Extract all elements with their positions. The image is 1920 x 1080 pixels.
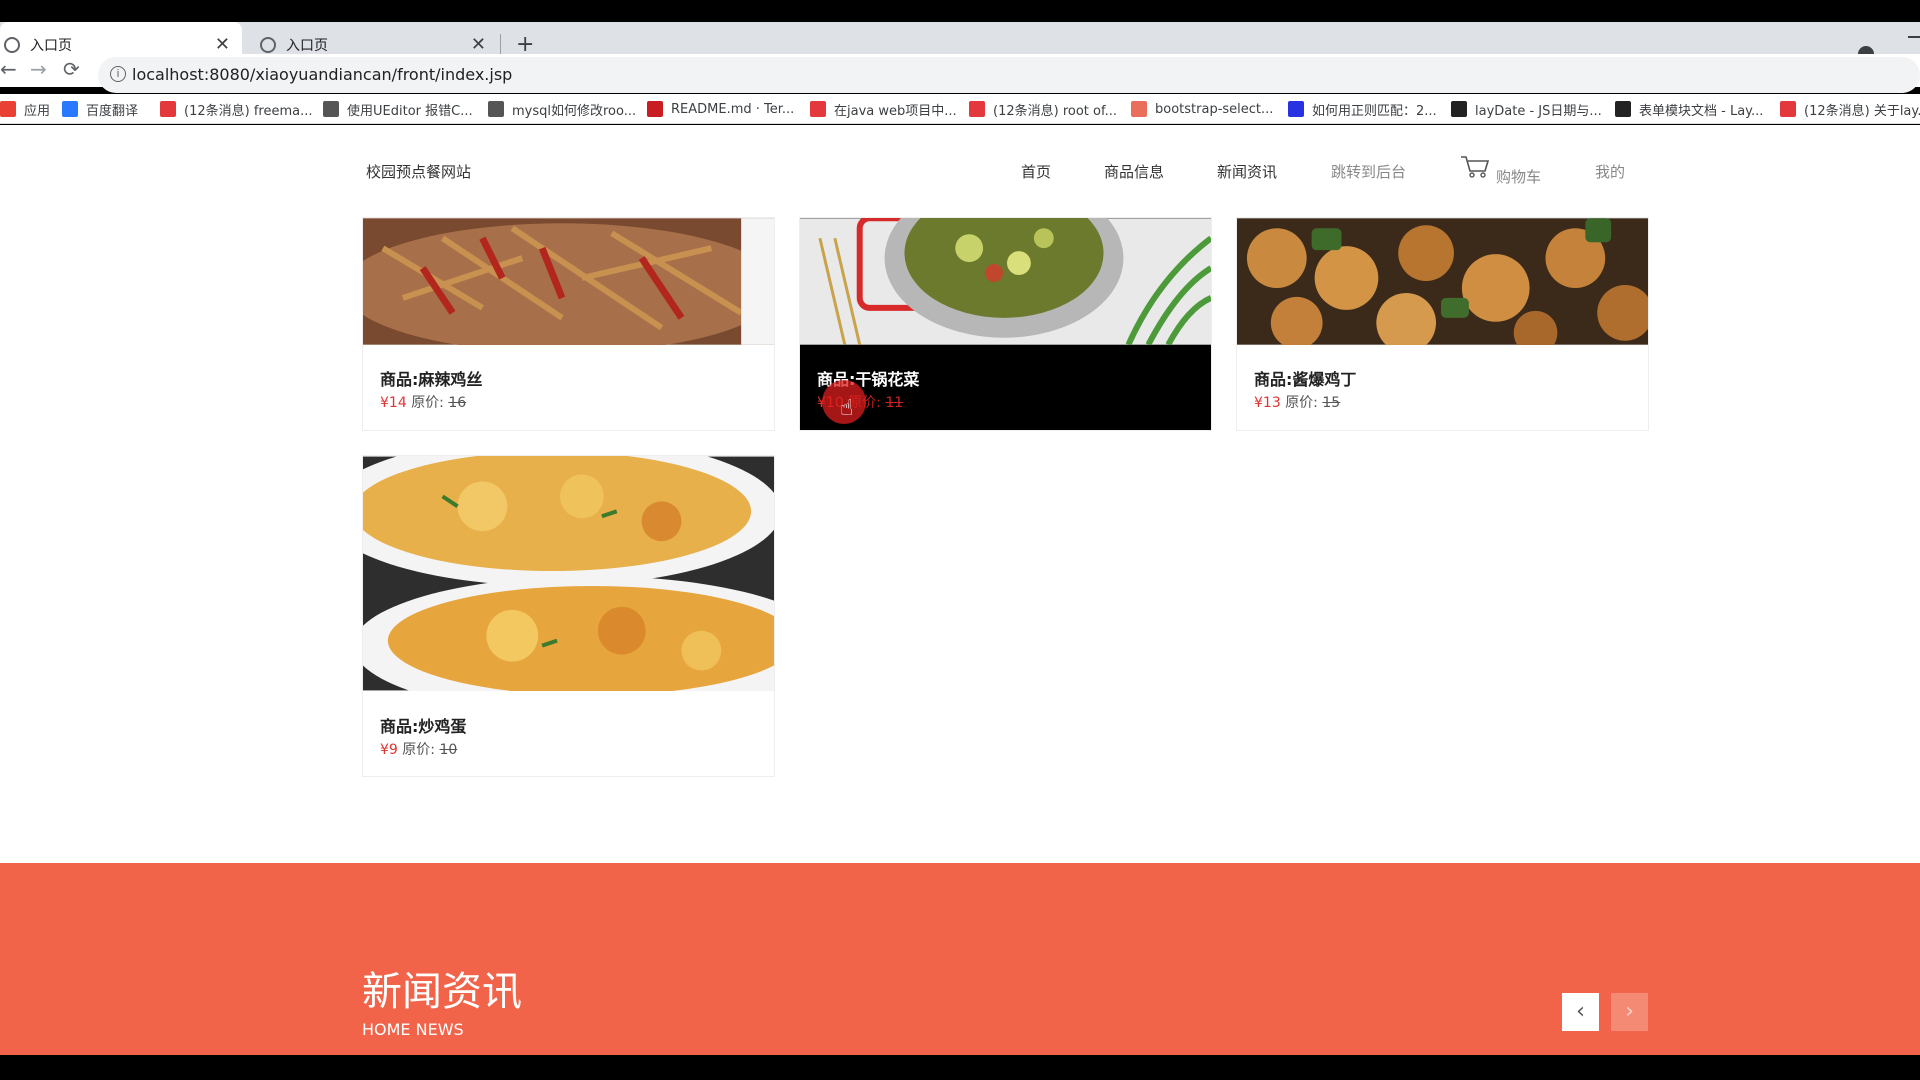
csdn-icon: [160, 101, 176, 117]
baidu-icon: [1288, 101, 1304, 117]
baidu-translate-icon: [62, 101, 78, 117]
globe-icon: [260, 36, 276, 53]
cart-icon[interactable]: [1460, 155, 1490, 179]
tab-title: 入口页: [286, 37, 328, 54]
gitee-icon: [647, 101, 663, 117]
prev-arrow-button[interactable]: ‹: [1562, 993, 1599, 1031]
bookmark-label: (12条消息) root of...: [993, 103, 1117, 119]
jianshu-icon: [1131, 101, 1147, 117]
bookmark-item[interactable]: (12条消息) 关于lay...: [1780, 98, 1920, 120]
bookmark-label: 百度翻译: [86, 103, 139, 119]
url-text[interactable]: localhost:8080/xiaoyuandiancan/front/ind…: [132, 65, 512, 84]
bookmark-label: 如何用正则匹配：2...: [1312, 103, 1437, 119]
product-name[interactable]: 商品:麻辣鸡丝: [380, 366, 482, 390]
product-image[interactable]: [800, 218, 1211, 347]
csdn-icon: [1780, 101, 1796, 117]
apps-grid-icon: [0, 101, 16, 117]
address-bar[interactable]: i localhost:8080/xiaoyuandiancan/front/i…: [98, 57, 1920, 93]
close-tab-icon[interactable]: ✕: [471, 34, 486, 55]
info-icon[interactable]: i: [110, 66, 126, 82]
web-page: 校园预点餐网站 首页 商品信息 新闻资讯 跳转到后台 购物车 我的 商品:麻辣鸡…: [0, 125, 1920, 1055]
bookmark-item[interactable]: 表单模块文档 - Lay...: [1615, 98, 1763, 120]
original-price-label: 原价:: [402, 742, 435, 758]
csdn-icon: [969, 101, 985, 117]
product-card[interactable]: 商品:麻辣鸡丝 ¥14 原价: 16: [362, 217, 775, 431]
bookmark-item[interactable]: 在java web项目中...: [810, 98, 957, 120]
bookmark-item[interactable]: mysql如何修改roo...: [488, 98, 636, 120]
bookmark-item[interactable]: bootstrap-select...: [1131, 98, 1273, 120]
news-title: 新闻资讯: [362, 969, 522, 1015]
globe-icon: [4, 36, 20, 53]
next-arrow-button[interactable]: ›: [1611, 993, 1648, 1031]
csdn-icon: [810, 101, 826, 117]
web-icon: [323, 101, 339, 117]
current-price: ¥14: [380, 395, 407, 411]
bookmark-item[interactable]: 使用UEditor 报错C...: [323, 98, 473, 120]
bookmark-item[interactable]: (12条消息) freema...: [160, 98, 312, 120]
tab-title: 入口页: [30, 37, 72, 54]
product-card[interactable]: 商品:炒鸡蛋 ¥9 原价: 10: [362, 455, 775, 777]
product-name[interactable]: 商品:炒鸡蛋: [380, 713, 466, 737]
original-price-label: 原价:: [411, 395, 444, 411]
browser-toolbar: ← → ⟳ i localhost:8080/xiaoyuandiancan/f…: [0, 54, 1920, 93]
bookmark-label: 表单模块文档 - Lay...: [1639, 103, 1764, 119]
product-card[interactable]: 商品:酱爆鸡丁 ¥13 原价: 15: [1236, 217, 1649, 431]
letterbox-bottom: [0, 1055, 1920, 1080]
original-price: 16: [448, 395, 467, 411]
original-price-label: 原价:: [1285, 395, 1318, 411]
web-icon: [488, 101, 504, 117]
bookmark-label: mysql如何修改roo...: [512, 103, 637, 119]
bookmark-item[interactable]: layDate - JS日期与...: [1451, 98, 1602, 120]
reload-icon[interactable]: ⟳: [63, 57, 80, 81]
minimize-icon[interactable]: [1908, 36, 1920, 38]
nav-admin[interactable]: 跳转到后台: [1331, 161, 1406, 182]
bookmark-item[interactable]: 应用: [0, 98, 50, 120]
site-title[interactable]: 校园预点餐网站: [366, 161, 471, 182]
current-price: ¥13: [1254, 395, 1281, 411]
bookmark-label: 使用UEditor 报错C...: [347, 103, 473, 119]
screen: 入口页 ✕ 入口页 ✕ + ← → ⟳ i localhost:8080/xia…: [0, 0, 1920, 1080]
product-price: ¥13 原价: 15: [1254, 392, 1340, 412]
bookmark-item[interactable]: README.md · Ter...: [647, 98, 794, 120]
product-image[interactable]: [363, 218, 774, 353]
original-price: 10: [439, 742, 458, 758]
product-image[interactable]: [363, 456, 774, 716]
bookmarks-bar: 应用 百度翻译 (12条消息) freema... 使用UEditor 报错C... m…: [0, 94, 1920, 124]
tab-separator: [500, 34, 501, 54]
close-tab-icon[interactable]: ✕: [215, 34, 230, 55]
bookmark-label: README.md · Ter...: [671, 101, 795, 117]
product-price: ¥14 原价: 16: [380, 392, 466, 412]
product-card[interactable]: 商品:干锅花菜 ¥10 原价: 11 ☝: [799, 217, 1212, 431]
product-name[interactable]: 商品:酱爆鸡丁: [1254, 366, 1356, 390]
nav-products[interactable]: 商品信息: [1104, 161, 1164, 182]
layui-icon: [1451, 101, 1467, 117]
bookmark-label: 应用: [24, 103, 51, 119]
original-price: 15: [1322, 395, 1341, 411]
layui-icon: [1615, 101, 1631, 117]
bookmark-label: 在java web项目中...: [834, 103, 957, 119]
hand-cursor-icon: ☝: [840, 396, 854, 421]
bookmark-label: (12条消息) freema...: [184, 103, 313, 119]
news-section: 新闻资讯 HOME NEWS ‹ ›: [0, 863, 1920, 1055]
bookmark-item[interactable]: 如何用正则匹配：2...: [1288, 98, 1437, 120]
nav-home[interactable]: 首页: [1021, 161, 1051, 182]
bookmark-label: layDate - JS日期与...: [1475, 103, 1602, 119]
current-price: ¥9: [380, 742, 398, 758]
forward-icon[interactable]: →: [30, 57, 47, 81]
bookmark-label: (12条消息) 关于lay...: [1804, 103, 1920, 119]
back-icon[interactable]: ←: [0, 57, 17, 81]
news-subtitle: HOME NEWS: [362, 1020, 464, 1039]
nav-news[interactable]: 新闻资讯: [1217, 161, 1277, 182]
original-price: 11: [885, 395, 904, 411]
nav-mine[interactable]: 我的: [1595, 161, 1625, 182]
bookmark-label: bootstrap-select...: [1155, 101, 1274, 117]
nav-cart[interactable]: 购物车: [1496, 166, 1541, 187]
bookmark-item[interactable]: 百度翻译: [62, 98, 138, 120]
product-price: ¥9 原价: 10: [380, 739, 457, 759]
product-image[interactable]: [1237, 218, 1648, 355]
bookmark-item[interactable]: (12条消息) root of...: [969, 98, 1117, 120]
